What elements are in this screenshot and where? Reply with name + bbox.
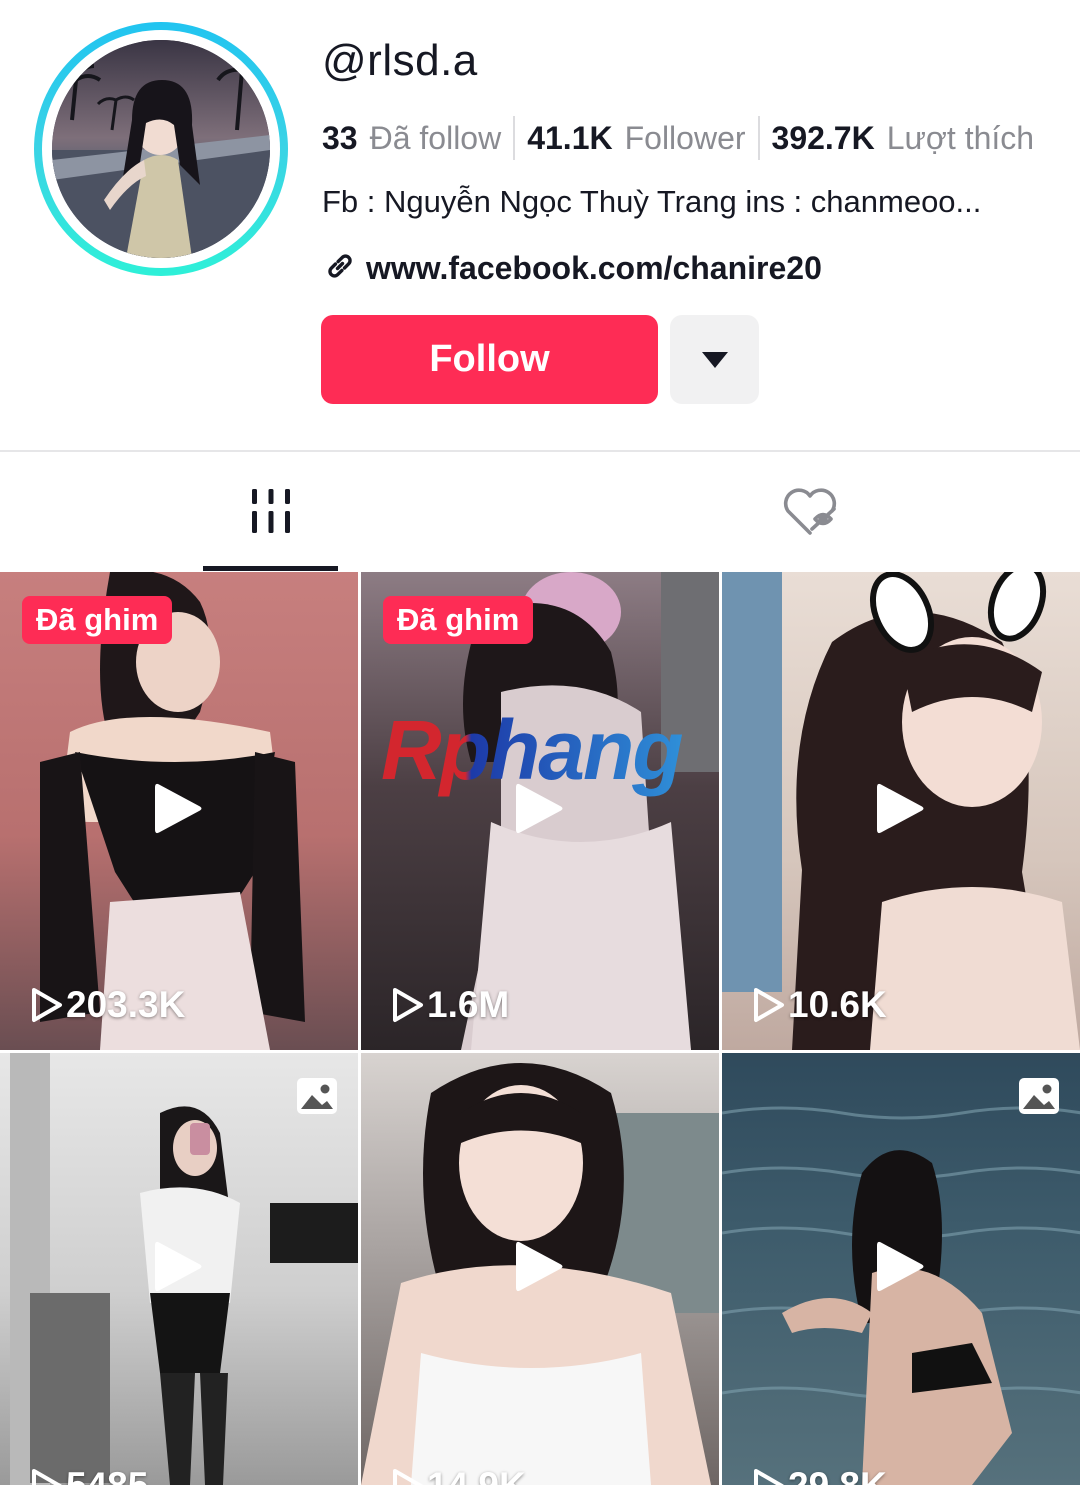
play-icon — [155, 1240, 203, 1299]
view-count-text: 10.6K — [788, 984, 887, 1025]
more-options-button[interactable] — [670, 315, 759, 404]
stat-likes[interactable]: 392.7K Lượt thích — [772, 120, 1035, 157]
view-count-text: 203.3K — [66, 984, 186, 1025]
play-outline-icon — [754, 1469, 784, 1485]
play-icon — [877, 782, 925, 841]
video-thumbnail[interactable]: Đã ghim 203.3K — [0, 572, 358, 1050]
view-count: 5485 — [30, 1465, 148, 1485]
stat-divider — [757, 116, 760, 160]
tab-videos[interactable] — [203, 454, 338, 570]
play-outline-icon — [754, 988, 784, 1022]
username: @rlsd.a — [322, 36, 478, 85]
view-count-text: 1.6M — [427, 984, 510, 1025]
videos-grid-icon — [251, 489, 290, 533]
view-count-text: 29.8K — [788, 1465, 887, 1485]
likes-count: 392.7K — [771, 119, 875, 156]
pinned-badge: Đã ghim — [383, 596, 534, 644]
view-count: 29.8K — [752, 1465, 887, 1485]
photo-post-icon — [1018, 1077, 1060, 1120]
video-thumbnail[interactable]: 10.6K — [722, 572, 1080, 1050]
play-outline-icon — [32, 988, 62, 1022]
profile-bio[interactable]: Fb : Nguyễn Ngọc Thuỳ Trang ins : chanme… — [322, 184, 1052, 220]
caret-down-icon — [701, 351, 728, 368]
avatar-photo — [52, 40, 270, 258]
pinned-badge: Đã ghim — [22, 596, 173, 644]
avatar[interactable] — [52, 40, 270, 258]
followers-label: Follower — [624, 119, 746, 156]
liked-hidden-icon — [783, 488, 837, 535]
video-thumbnail[interactable]: 29.8K — [722, 1053, 1080, 1485]
follow-button[interactable]: Follow — [321, 315, 658, 404]
play-outline-icon — [32, 1469, 62, 1485]
play-icon — [155, 782, 203, 841]
play-icon — [877, 1240, 925, 1299]
photo-post-icon — [296, 1077, 338, 1120]
video-thumbnail[interactable]: 5485 — [0, 1053, 358, 1485]
video-thumbnail[interactable]: Rphang Đã ghim 1.6M — [361, 572, 719, 1050]
view-count-text: 14.9K — [427, 1465, 526, 1485]
link-text: www.facebook.com/chanire20 — [366, 250, 822, 286]
play-outline-icon — [393, 1469, 423, 1485]
avatar-ring[interactable] — [34, 22, 288, 276]
header-divider — [0, 450, 1080, 452]
link-icon — [324, 250, 356, 287]
view-count: 1.6M — [391, 984, 509, 1026]
play-icon — [516, 782, 564, 841]
video-thumbnail[interactable]: 14.9K — [361, 1053, 719, 1485]
likes-label: Lượt thích — [886, 119, 1035, 156]
followers-count: 41.1K — [527, 119, 613, 156]
view-count-text: 5485 — [66, 1465, 148, 1485]
stat-following[interactable]: 33 Đã follow — [322, 120, 501, 157]
stat-followers[interactable]: 41.1K Follower — [527, 120, 745, 157]
view-count: 10.6K — [752, 984, 887, 1026]
view-count: 203.3K — [30, 984, 185, 1026]
following-label: Đã follow — [369, 119, 502, 156]
stat-divider — [513, 116, 516, 160]
play-icon — [516, 1240, 564, 1299]
play-outline-icon — [393, 988, 423, 1022]
profile-link[interactable]: www.facebook.com/chanire20 — [324, 250, 822, 287]
profile-stats: 33 Đã follow 41.1K Follower 392.7K Lượt … — [322, 116, 1034, 160]
following-count: 33 — [322, 119, 358, 156]
tab-liked[interactable] — [740, 454, 880, 570]
active-tab-indicator — [203, 566, 338, 571]
view-count: 14.9K — [391, 1465, 526, 1485]
